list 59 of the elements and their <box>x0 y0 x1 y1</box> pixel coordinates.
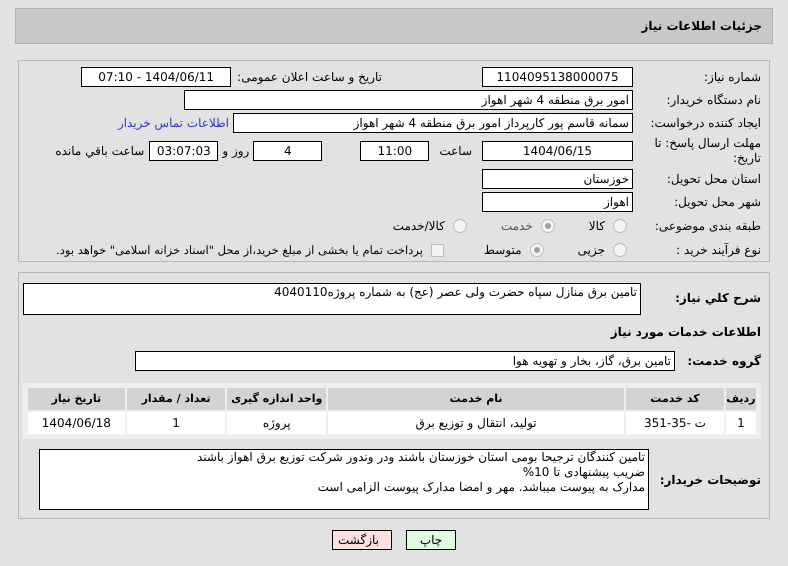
field-label: متوسط <box>484 242 522 260</box>
table-cell: 1404/06/18 <box>28 412 125 434</box>
field-label: نوع فرآیند خرید : <box>675 242 761 260</box>
column-header: نام خدمت <box>328 388 624 410</box>
field-label: شرح کلي نیاز: <box>674 290 761 307</box>
column-header: واحد اندازه گیری <box>227 388 326 410</box>
radio-button[interactable] <box>540 218 555 233</box>
contact-link[interactable]: اطلاعات تماس خریدار <box>118 114 229 132</box>
table-cell: ت -35-351 <box>626 412 724 434</box>
field-label: استان محل تحویل: <box>666 171 761 188</box>
table-cell: پروژه <box>227 412 326 434</box>
print-button[interactable]: چاپ <box>406 530 456 550</box>
field-label: تاریخ و ساعت اعلان عمومی: <box>237 69 382 86</box>
field-label: نام دستگاه خریدار: <box>666 92 761 109</box>
column-header: تاریخ نیاز <box>28 388 125 410</box>
field-label: طبقه بندی موضوعی: <box>654 218 761 235</box>
text-field[interactable]: 11:00 <box>360 141 430 161</box>
field-label: خدمت <box>500 218 533 235</box>
back-button[interactable]: بازگشت <box>332 530 392 550</box>
text-field[interactable]: اهواز <box>482 192 633 212</box>
text-field[interactable]: خوزستان <box>482 169 633 189</box>
radio-button[interactable] <box>452 218 467 233</box>
page-title: جزئیات اطلاعات نیاز <box>641 18 762 35</box>
text-field[interactable]: 1104095138000075 <box>482 67 633 87</box>
text-field[interactable]: 1404/06/11 - 07:10 <box>81 67 232 87</box>
notes-line: تامین کنندگان ترجیحا بومی استان خوزستان باشند ودر وندور شرکت توزیع برق اهواز باشند <box>196 450 645 465</box>
table-cell: 1 <box>126 412 226 434</box>
notes-line: مدارک به پیوست میباشد. مهر و امضا مدارک پیوست الزامی است <box>316 480 645 495</box>
section-heading: اطلاعات خدمات مورد نیاز <box>609 324 761 341</box>
text-field[interactable]: 4 <box>253 141 322 161</box>
field-label: کالا <box>588 218 605 235</box>
field-label: کالا/خدمت <box>392 218 445 235</box>
table-cell: تولید، انتقال و توزیع برق <box>328 412 624 434</box>
checkbox[interactable] <box>430 244 444 257</box>
field-label: شماره نیاز: <box>703 69 761 86</box>
field-label: جزیی <box>578 242 605 260</box>
text-field[interactable]: 1404/06/15 <box>482 141 633 161</box>
radio-button[interactable] <box>613 218 627 233</box>
column-header: تعداد / مقدار <box>126 388 226 410</box>
field-label: ساعت باقي مانده <box>55 143 144 160</box>
description-box: تامین برق منازل سپاه حضرت ولی عصر (عج) به شماره پروژه4040110 <box>23 283 641 315</box>
text-field[interactable]: امور برق منطقه 4 شهر اهواز <box>184 90 633 110</box>
field-label: پرداخت تمام یا بخشی از مبلغ خرید،از محل "اسناد خزانه اسلامی" خواهد بود. <box>56 242 423 259</box>
radio-button[interactable] <box>530 243 544 258</box>
text-field[interactable]: 03:07:03 <box>149 141 218 161</box>
text-field[interactable]: تامین برق، گاز، بخار و تهویه هوا <box>135 351 675 371</box>
column-header: کد خدمت <box>626 388 724 410</box>
field-label: ساعت <box>439 143 472 160</box>
notes-line: ضریب پیشنهادی تا 10% <box>522 465 645 480</box>
table-cell: 1 <box>726 412 756 434</box>
column-header: ردیف <box>726 388 756 410</box>
field-label: شهر محل تحویل: <box>673 194 761 211</box>
text-field[interactable]: سمانه قاسم پور کارپرداز امور برق منطقه 4 شهر اهواز <box>233 113 633 133</box>
field-label: گروه خدمت: <box>686 353 761 370</box>
field-label: روز و <box>222 143 250 160</box>
field-label: توضیحات خریدار: <box>658 472 761 489</box>
radio-button[interactable] <box>613 243 627 258</box>
field-label: ایجاد کننده درخواست: <box>649 115 761 132</box>
field-label: مهلت ارسال پاسخ: تا تاریخ: <box>653 136 761 166</box>
